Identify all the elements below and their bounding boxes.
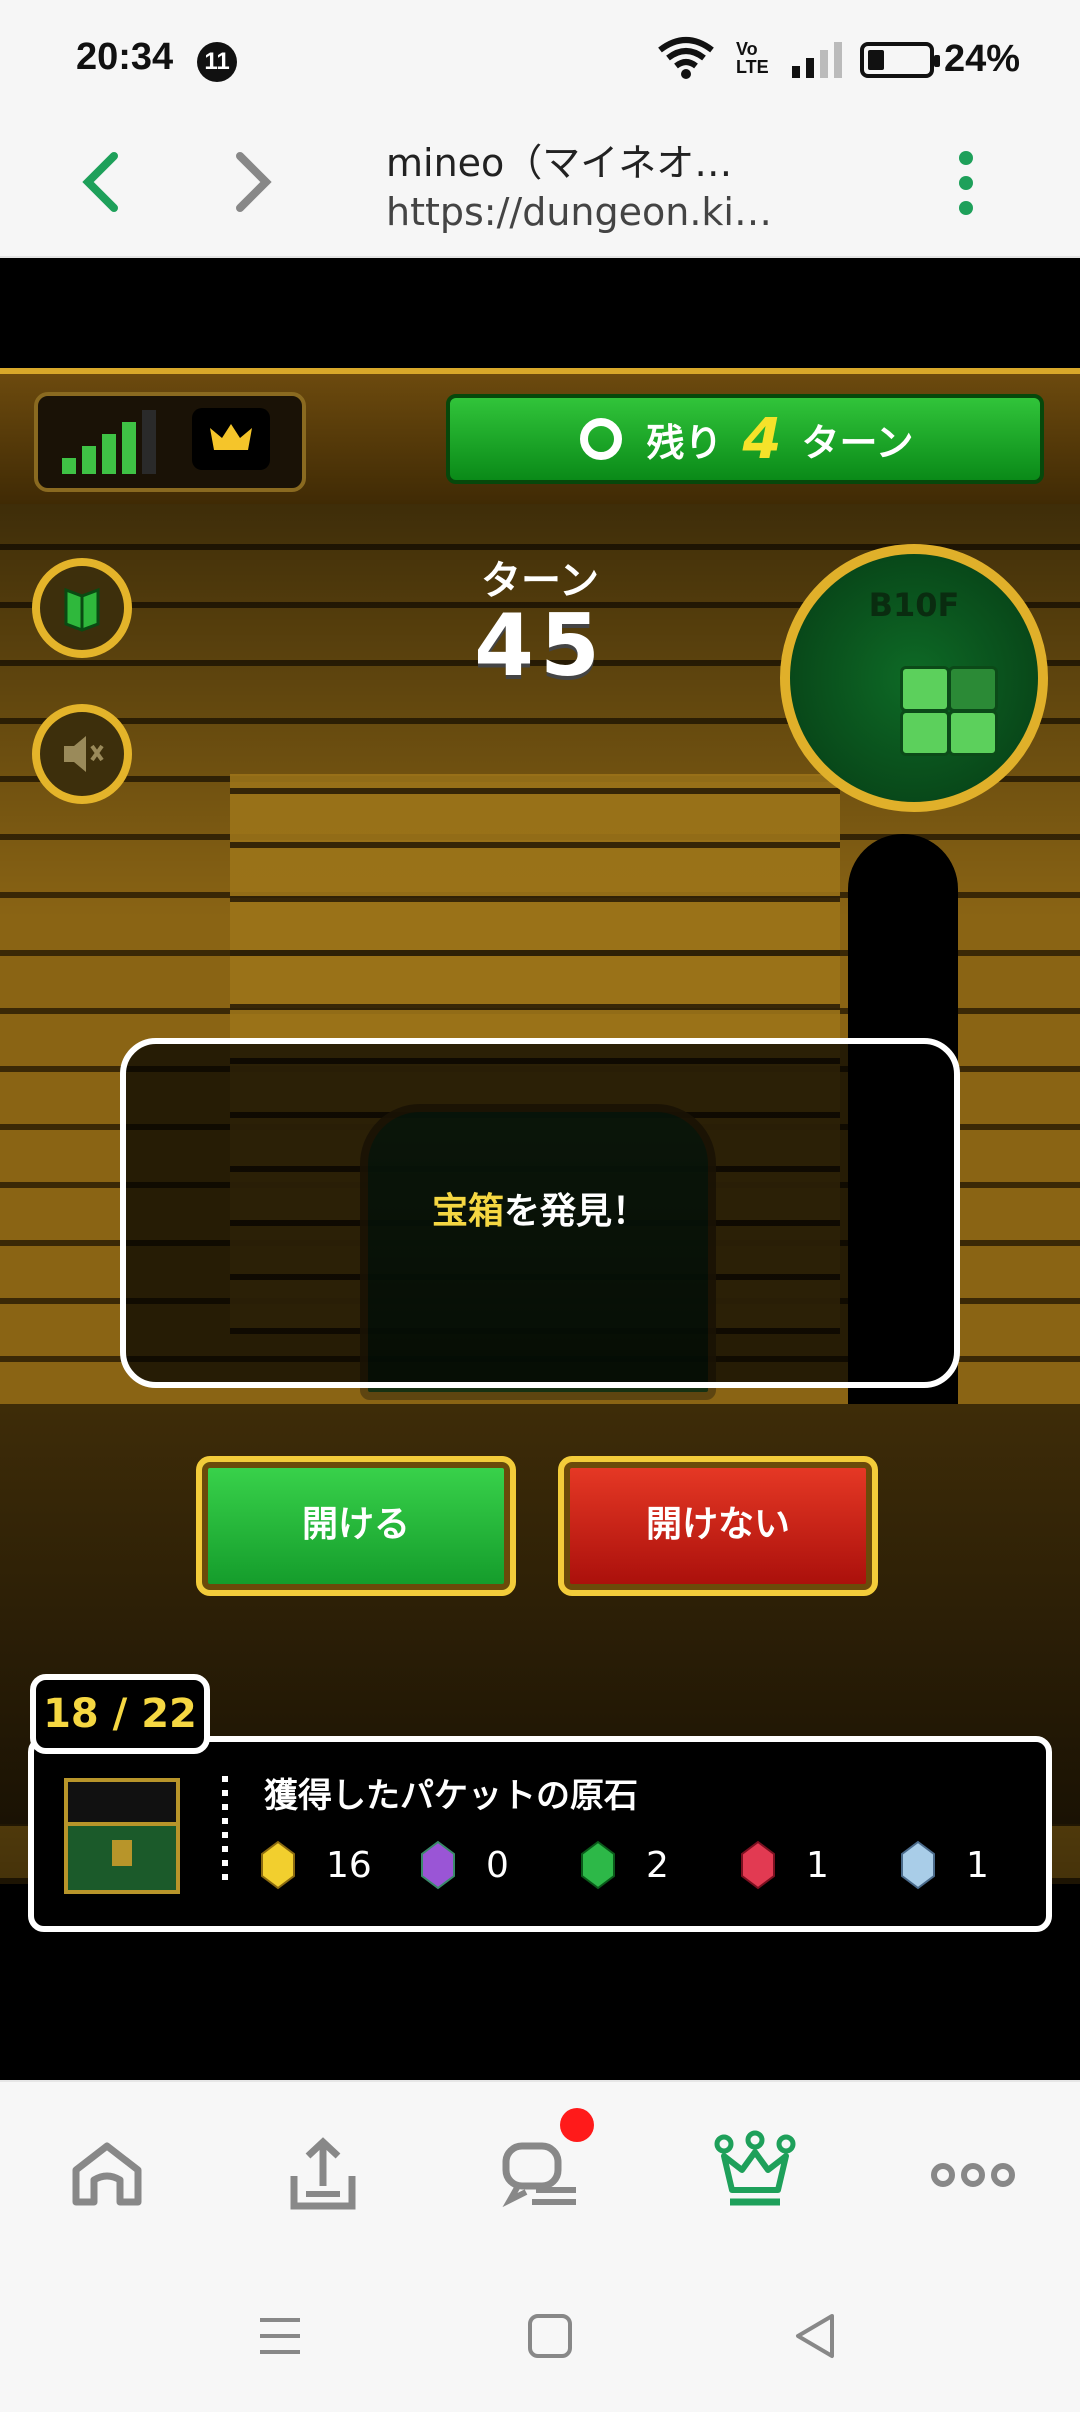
map-room bbox=[900, 710, 950, 756]
gem-count: 1 bbox=[806, 1844, 829, 1886]
mute-sound-button[interactable] bbox=[32, 704, 132, 804]
gem-count: 0 bbox=[486, 1844, 509, 1886]
message-text: 宝箱を発見！ bbox=[126, 1182, 954, 1234]
volte-indicator: Vo LTE bbox=[736, 39, 769, 77]
open-chest-button[interactable]: 開ける bbox=[196, 1456, 516, 1596]
forward-arrow-icon[interactable] bbox=[226, 150, 276, 214]
gem-red: 1 bbox=[740, 1840, 829, 1890]
overflow-menu-icon[interactable] bbox=[954, 150, 978, 216]
sound-muted-icon bbox=[64, 736, 104, 772]
gem-blue: 1 bbox=[900, 1840, 989, 1890]
back-arrow-icon[interactable] bbox=[78, 150, 128, 214]
gems-panel-title: 獲得したパケットの原石 bbox=[264, 1776, 638, 1816]
notification-dot bbox=[560, 2108, 594, 2142]
gems-panel: 獲得したパケットの原石 16 0 2 1 1 bbox=[28, 1736, 1052, 1932]
chat-icon[interactable] bbox=[496, 2130, 586, 2220]
message-rest: を発見！ bbox=[504, 1191, 649, 1232]
page-title: mineo（マイネオ… bbox=[386, 141, 733, 185]
crown-badge bbox=[192, 408, 270, 470]
turn-number: 45 bbox=[474, 596, 606, 696]
guide-book-button[interactable] bbox=[32, 558, 132, 658]
crown-icon[interactable] bbox=[710, 2130, 800, 2220]
game-area: 残り 4 ターン ターン 45 B10F 宝箱を発見！ 開ける 開けない 18 … bbox=[0, 258, 1080, 2078]
home-button-icon[interactable] bbox=[520, 2306, 580, 2366]
page-url[interactable]: https://dungeon.ki… bbox=[386, 190, 772, 234]
chest-counter-badge: 18 / 22 bbox=[30, 1674, 210, 1754]
bottom-navigation bbox=[0, 2080, 1080, 2264]
divider-dots bbox=[222, 1776, 228, 1886]
remaining-suffix: ターン bbox=[801, 420, 914, 465]
more-icon[interactable] bbox=[928, 2130, 1018, 2220]
gem-green: 2 bbox=[580, 1840, 669, 1890]
home-icon[interactable] bbox=[62, 2130, 152, 2220]
recents-icon[interactable] bbox=[250, 2306, 310, 2366]
cell-signal-icon bbox=[792, 42, 842, 78]
map-room bbox=[948, 666, 998, 712]
floor-label: B10F bbox=[868, 586, 960, 624]
gem-count: 2 bbox=[646, 1844, 669, 1886]
browser-toolbar: mineo（マイネオ… https://dungeon.ki… bbox=[0, 110, 1080, 258]
system-navigation-bar bbox=[0, 2262, 1080, 2412]
purple-gem-icon bbox=[421, 1840, 455, 1890]
message-dialog: 宝箱を発見！ bbox=[120, 1038, 960, 1388]
blue-gem-icon bbox=[901, 1840, 935, 1890]
remaining-prefix: 残り bbox=[646, 420, 723, 465]
green-gem-icon bbox=[581, 1840, 615, 1890]
battery-icon bbox=[860, 42, 940, 78]
crown-icon bbox=[210, 424, 252, 450]
notification-count-badge: 11 bbox=[197, 42, 237, 82]
battery-percent: 24% bbox=[944, 38, 1021, 80]
remaining-turns-count: 4 bbox=[742, 406, 782, 472]
book-icon bbox=[64, 587, 100, 632]
remaining-turns-banner: 残り 4 ターン bbox=[446, 394, 1044, 484]
wifi-icon bbox=[658, 37, 714, 79]
upload-tray-icon[interactable] bbox=[278, 2130, 368, 2220]
gem-count: 16 bbox=[326, 1844, 372, 1886]
status-bar: 20:34 11 Vo LTE 24% bbox=[0, 0, 1080, 110]
game-hud: 残り 4 ターン bbox=[0, 368, 1080, 516]
map-room bbox=[948, 710, 998, 756]
gem-yellow: 16 bbox=[260, 1840, 372, 1890]
clock: 20:34 bbox=[76, 36, 174, 78]
signal-level-panel bbox=[34, 392, 306, 492]
red-gem-icon bbox=[741, 1840, 775, 1890]
gem-purple: 0 bbox=[420, 1840, 509, 1890]
message-highlight: 宝箱 bbox=[431, 1191, 504, 1232]
map-room bbox=[900, 666, 950, 712]
yellow-gem-icon bbox=[261, 1840, 295, 1890]
turn-ring-icon bbox=[580, 418, 623, 460]
signal-bars-icon bbox=[62, 410, 156, 474]
gem-count: 1 bbox=[966, 1844, 989, 1886]
skip-chest-button[interactable]: 開けない bbox=[558, 1456, 878, 1596]
back-button-icon[interactable] bbox=[786, 2306, 846, 2366]
minimap-button[interactable]: B10F bbox=[780, 544, 1048, 812]
open-chest-icon bbox=[64, 1778, 180, 1894]
